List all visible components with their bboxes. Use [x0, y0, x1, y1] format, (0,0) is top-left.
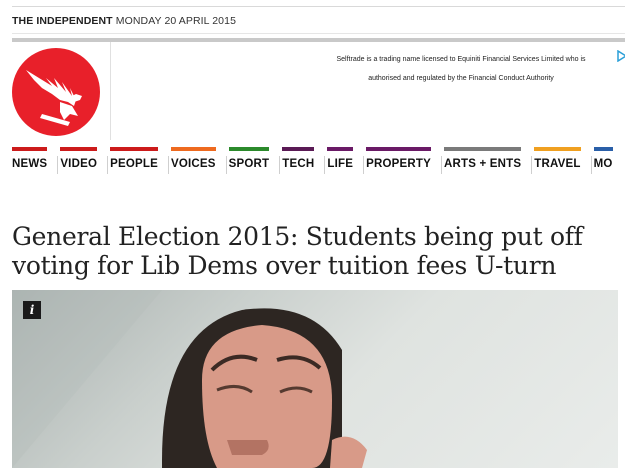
nav-accent — [327, 147, 354, 151]
nav-divider — [440, 156, 442, 174]
article-photo[interactable]: i — [12, 290, 618, 468]
nav-accent — [170, 147, 216, 151]
current-date: MONDAY 20 APRIL 2015 — [115, 15, 237, 27]
nav-accent — [12, 147, 48, 151]
nav-arts-ents[interactable]: ARTS + ENTS — [443, 147, 533, 177]
advert-line: authorised and regulated by the Financia… — [368, 75, 554, 82]
nav-travel[interactable]: TRAVEL — [534, 147, 592, 177]
nav-people[interactable]: PEOPLE — [110, 147, 169, 177]
brand-name[interactable]: THE INDEPENDENT — [12, 15, 113, 27]
nav-sport[interactable]: SPORT — [228, 147, 281, 177]
article-headline: General Election 2015: Students being pu… — [12, 222, 583, 280]
eagle-icon — [26, 70, 82, 126]
nav-divider — [531, 156, 533, 174]
nav-divider — [324, 156, 326, 174]
nav-accent — [282, 147, 315, 151]
logo-area — [12, 42, 111, 140]
nav-video[interactable]: VIDEO — [60, 147, 109, 177]
advert-line: Selftrade is a trading name licensed to … — [336, 56, 586, 63]
nav-voices[interactable]: VOICES — [170, 147, 227, 177]
nav-property[interactable]: PROPERTY — [366, 147, 442, 177]
nav-divider — [167, 156, 169, 174]
nav-accent — [228, 147, 270, 151]
dateline: THE INDEPENDENT MONDAY 20 APRIL 2015 — [12, 15, 236, 27]
nav-accent — [443, 147, 522, 151]
image-info-button[interactable]: i — [23, 301, 41, 319]
adchoices-icon[interactable] — [617, 50, 625, 62]
nav-divider — [107, 156, 109, 174]
nav-divider — [363, 156, 365, 174]
section-nav: NEWS VIDEO PEOPLE VOICES SPORT TECH LIFE… — [12, 147, 625, 177]
nav-news[interactable]: NEWS — [12, 147, 59, 177]
nav-divider — [590, 156, 592, 174]
independent-logo[interactable] — [12, 48, 100, 136]
nav-accent — [110, 147, 158, 151]
nav-accent — [366, 147, 431, 151]
top-bar: THE INDEPENDENT MONDAY 20 APRIL 2015 — [12, 6, 625, 34]
nav-divider — [279, 156, 281, 174]
photo-illustration — [12, 290, 367, 468]
nav-more[interactable]: MO — [593, 147, 620, 177]
advert-banner[interactable]: Selftrade is a trading name licensed to … — [296, 50, 625, 88]
nav-accent — [534, 147, 581, 151]
nav-tech[interactable]: TECH — [282, 147, 326, 177]
nav-divider — [57, 156, 59, 174]
nav-divider — [225, 156, 227, 174]
nav-accent — [593, 147, 613, 151]
nav-accent — [60, 147, 98, 151]
nav-life[interactable]: LIFE — [327, 147, 365, 177]
